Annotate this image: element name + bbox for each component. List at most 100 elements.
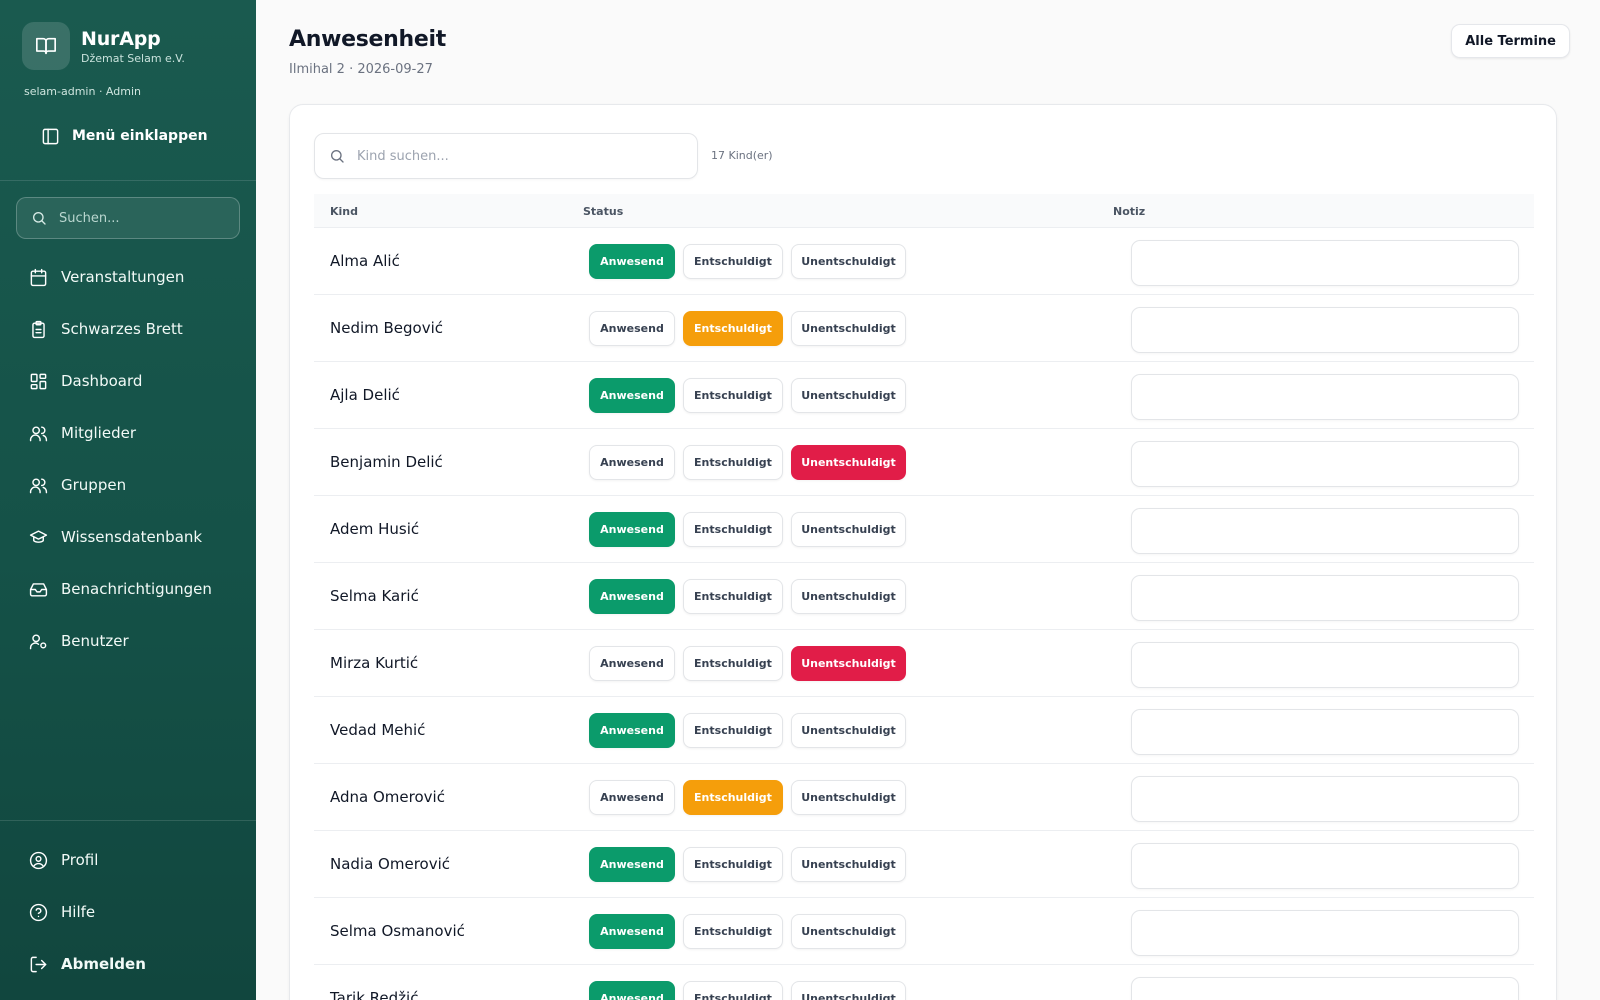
collapse-menu-button[interactable]: Menü einklappen <box>40 126 208 146</box>
kid-name: Nadia Omerović <box>330 855 451 873</box>
nav-item-gruppen[interactable]: Gruppen <box>0 459 256 511</box>
table-row: Selma Karić Anwesend Entschuldigt Unents… <box>314 563 1534 630</box>
note-input[interactable] <box>1131 441 1519 487</box>
sidebar: NurApp Džemat Selam e.V. selam-admin · A… <box>0 0 256 1000</box>
status-excused-button[interactable]: Entschuldigt <box>683 780 783 815</box>
nav-label: Wissensdatenbank <box>61 528 203 546</box>
nav-label: Benachrichtigungen <box>61 580 212 598</box>
kid-search[interactable] <box>314 133 698 179</box>
status-present-button[interactable]: Anwesend <box>589 311 675 346</box>
sidebar-search[interactable] <box>16 197 240 239</box>
status-excused-button[interactable]: Entschuldigt <box>683 512 783 547</box>
nav-item-dashboard[interactable]: Dashboard <box>0 355 256 407</box>
kid-name: Adna Omerović <box>330 788 445 806</box>
nav-item-mitglieder[interactable]: Mitglieder <box>0 407 256 459</box>
column-header-status: Status <box>583 205 624 218</box>
note-input[interactable] <box>1131 642 1519 688</box>
note-input[interactable] <box>1131 307 1519 353</box>
status-selector: Anwesend Entschuldigt Unentschuldigt <box>589 579 914 614</box>
status-unexcused-button[interactable]: Unentschuldigt <box>791 981 906 1000</box>
status-excused-button[interactable]: Entschuldigt <box>683 579 783 614</box>
note-input[interactable] <box>1131 910 1519 956</box>
status-unexcused-button[interactable]: Unentschuldigt <box>791 780 906 815</box>
note-input[interactable] <box>1131 508 1519 554</box>
table-row: Selma Osmanović Anwesend Entschuldigt Un… <box>314 898 1534 965</box>
main-content: Anwesenheit Ilmihal 2 · 2026-09-27 Alle … <box>256 0 1600 1000</box>
status-present-button[interactable]: Anwesend <box>589 847 675 882</box>
logout-button[interactable]: Abmelden <box>0 938 256 990</box>
status-unexcused-button[interactable]: Unentschuldigt <box>791 847 906 882</box>
status-unexcused-button[interactable]: Unentschuldigt <box>791 713 906 748</box>
nav-label: Veranstaltungen <box>61 268 185 286</box>
status-unexcused-button[interactable]: Unentschuldigt <box>791 311 906 346</box>
table-row: Ajla Delić Anwesend Entschuldigt Unentsc… <box>314 362 1534 429</box>
status-unexcused-button[interactable]: Unentschuldigt <box>791 378 906 413</box>
user-circle-icon <box>28 850 48 870</box>
status-excused-button[interactable]: Entschuldigt <box>683 311 783 346</box>
nav-item-wissensdatenbank[interactable]: Wissensdatenbank <box>0 511 256 563</box>
status-excused-button[interactable]: Entschuldigt <box>683 378 783 413</box>
status-excused-button[interactable]: Entschuldigt <box>683 646 783 681</box>
status-excused-button[interactable]: Entschuldigt <box>683 847 783 882</box>
nav-label: Mitglieder <box>61 424 136 442</box>
sidebar-search-input[interactable] <box>59 210 229 226</box>
status-selector: Anwesend Entschuldigt Unentschuldigt <box>589 780 914 815</box>
organization-name: Džemat Selam e.V. <box>81 51 185 65</box>
note-input[interactable] <box>1131 709 1519 755</box>
main-nav: Veranstaltungen Schwarzes Brett Dashboar… <box>0 251 256 667</box>
table-row: Adem Husić Anwesend Entschuldigt Unentsc… <box>314 496 1534 563</box>
status-unexcused-button[interactable]: Unentschuldigt <box>791 244 906 279</box>
nav-item-benachrichtigungen[interactable]: Benachrichtigungen <box>0 563 256 615</box>
status-excused-button[interactable]: Entschuldigt <box>683 713 783 748</box>
status-present-button[interactable]: Anwesend <box>589 445 675 480</box>
note-input[interactable] <box>1131 575 1519 621</box>
current-user: selam-admin · Admin <box>24 85 141 98</box>
status-present-button[interactable]: Anwesend <box>589 378 675 413</box>
status-unexcused-button[interactable]: Unentschuldigt <box>791 646 906 681</box>
note-input[interactable] <box>1131 374 1519 420</box>
status-present-button[interactable]: Anwesend <box>589 780 675 815</box>
graduation-cap-icon <box>28 527 48 547</box>
attendance-card: 17 Kind(er) Kind Status Notiz Alma Alić … <box>289 104 1557 1000</box>
nav-item-veranstaltungen[interactable]: Veranstaltungen <box>0 251 256 303</box>
status-selector: Anwesend Entschuldigt Unentschuldigt <box>589 914 914 949</box>
nav-item-profil[interactable]: Profil <box>0 834 256 886</box>
calendar-icon <box>28 267 48 287</box>
status-present-button[interactable]: Anwesend <box>589 646 675 681</box>
page-title: Anwesenheit <box>289 27 446 52</box>
nav-label: Abmelden <box>61 955 146 973</box>
kid-search-input[interactable] <box>357 148 677 164</box>
kid-name: Vedad Mehić <box>330 721 426 739</box>
status-excused-button[interactable]: Entschuldigt <box>683 244 783 279</box>
status-excused-button[interactable]: Entschuldigt <box>683 981 783 1000</box>
status-unexcused-button[interactable]: Unentschuldigt <box>791 914 906 949</box>
divider <box>0 820 256 821</box>
attendance-table-body: Alma Alić Anwesend Entschuldigt Unentsch… <box>314 228 1534 1000</box>
status-present-button[interactable]: Anwesend <box>589 914 675 949</box>
all-events-button[interactable]: Alle Termine <box>1451 24 1570 58</box>
nav-item-schwarzes-brett[interactable]: Schwarzes Brett <box>0 303 256 355</box>
kid-name: Nedim Begović <box>330 319 444 337</box>
note-input[interactable] <box>1131 240 1519 286</box>
note-input[interactable] <box>1131 977 1519 1000</box>
note-input[interactable] <box>1131 843 1519 889</box>
status-unexcused-button[interactable]: Unentschuldigt <box>791 445 906 480</box>
note-input[interactable] <box>1131 776 1519 822</box>
status-unexcused-button[interactable]: Unentschuldigt <box>791 512 906 547</box>
nav-item-hilfe[interactable]: Hilfe <box>0 886 256 938</box>
status-unexcused-button[interactable]: Unentschuldigt <box>791 579 906 614</box>
nav-item-benutzer[interactable]: Benutzer <box>0 615 256 667</box>
table-row: Nadia Omerović Anwesend Entschuldigt Une… <box>314 831 1534 898</box>
status-present-button[interactable]: Anwesend <box>589 512 675 547</box>
nav-label: Dashboard <box>61 372 143 390</box>
table-row: Benjamin Delić Anwesend Entschuldigt Une… <box>314 429 1534 496</box>
status-present-button[interactable]: Anwesend <box>589 981 675 1000</box>
status-present-button[interactable]: Anwesend <box>589 713 675 748</box>
status-excused-button[interactable]: Entschuldigt <box>683 445 783 480</box>
status-selector: Anwesend Entschuldigt Unentschuldigt <box>589 445 914 480</box>
status-present-button[interactable]: Anwesend <box>589 579 675 614</box>
kid-name: Selma Osmanović <box>330 922 465 940</box>
collapse-menu-label: Menü einklappen <box>72 128 208 144</box>
status-present-button[interactable]: Anwesend <box>589 244 675 279</box>
status-excused-button[interactable]: Entschuldigt <box>683 914 783 949</box>
